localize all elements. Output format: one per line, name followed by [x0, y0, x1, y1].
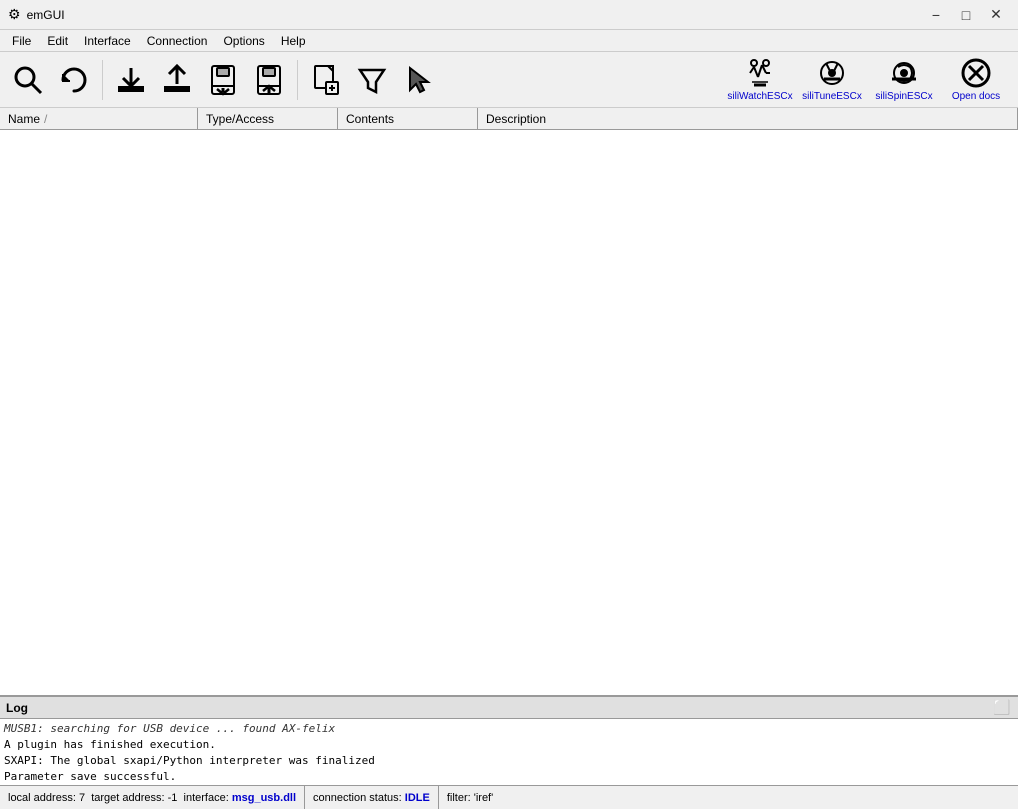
title-bar-title: emGUI — [27, 8, 65, 22]
close-button[interactable]: ✕ — [982, 4, 1010, 26]
toolbar-right: siliWatchESCx siliTuneESCx siliSpinESCx — [724, 55, 1012, 105]
main-area: Name / Type/Access Contents Description — [0, 108, 1018, 695]
title-bar: ⚙ emGUI − □ ✕ — [0, 0, 1018, 30]
sili-watch-escx-label: siliWatchESCx — [727, 91, 792, 102]
menu-item-connection[interactable]: Connection — [139, 32, 216, 50]
menu-item-interface[interactable]: Interface — [76, 32, 139, 50]
open-docs-button[interactable]: Open docs — [940, 55, 1012, 105]
app-icon: ⚙ — [8, 6, 21, 23]
sili-tune-escx-button[interactable]: siliTuneESCx — [796, 55, 868, 105]
pointer-button[interactable] — [396, 58, 440, 102]
log-header: Log ⬜ — [0, 697, 1018, 719]
menu-bar: FileEditInterfaceConnectionOptionsHelp — [0, 30, 1018, 52]
menu-item-file[interactable]: File — [4, 32, 39, 50]
log-line: SXAPI: The global sxapi/Python interpret… — [4, 753, 1014, 769]
sili-watch-escx-button[interactable]: siliWatchESCx — [724, 55, 796, 105]
title-bar-left: ⚙ emGUI — [8, 6, 65, 23]
new-file-button[interactable] — [304, 58, 348, 102]
col-header-name[interactable]: Name / — [0, 108, 198, 129]
col-header-contents[interactable]: Contents — [338, 108, 478, 129]
menu-item-options[interactable]: Options — [215, 32, 272, 50]
maximize-button[interactable]: □ — [952, 4, 980, 26]
toolbar-separator-1 — [102, 60, 103, 100]
col-header-description[interactable]: Description — [478, 108, 1018, 129]
sili-tune-escx-label: siliTuneESCx — [802, 91, 862, 102]
table-header: Name / Type/Access Contents Description — [0, 108, 1018, 130]
title-bar-controls: − □ ✕ — [922, 4, 1010, 26]
col-header-type[interactable]: Type/Access — [198, 108, 338, 129]
log-expand-button[interactable]: ⬜ — [992, 698, 1012, 718]
refresh-button[interactable] — [52, 58, 96, 102]
download-button[interactable] — [109, 58, 153, 102]
toolbar-separator-2 — [297, 60, 298, 100]
upload-button[interactable] — [155, 58, 199, 102]
filter-button[interactable] — [350, 58, 394, 102]
menu-item-help[interactable]: Help — [273, 32, 314, 50]
status-bar: local address: 7 target address: -1 inte… — [0, 785, 1018, 809]
sili-spin-escx-label: siliSpinESCx — [875, 91, 932, 102]
sili-spin-escx-button[interactable]: siliSpinESCx — [868, 55, 940, 105]
search-button[interactable] — [6, 58, 50, 102]
table-body — [0, 130, 1018, 695]
open-docs-label: Open docs — [952, 91, 1000, 102]
menu-item-edit[interactable]: Edit — [39, 32, 76, 50]
status-local-address: local address: 7 target address: -1 inte… — [0, 786, 305, 809]
status-filter: filter: 'iref' — [439, 786, 501, 809]
status-connection: connection status: IDLE — [305, 786, 439, 809]
log-content: MUSB1: searching for USB device ... foun… — [0, 719, 1018, 785]
log-line: MUSB1: searching for USB device ... foun… — [4, 721, 1014, 737]
log-panel: Log ⬜ MUSB1: searching for USB device ..… — [0, 695, 1018, 785]
log-line: A plugin has finished execution. — [4, 737, 1014, 753]
toolbar: siliWatchESCx siliTuneESCx siliSpinESCx — [0, 52, 1018, 108]
log-line: Parameter save successful. — [4, 769, 1014, 785]
flash-download-button[interactable] — [201, 58, 245, 102]
flash-upload-button[interactable] — [247, 58, 291, 102]
minimize-button[interactable]: − — [922, 4, 950, 26]
log-title: Log — [6, 701, 28, 715]
